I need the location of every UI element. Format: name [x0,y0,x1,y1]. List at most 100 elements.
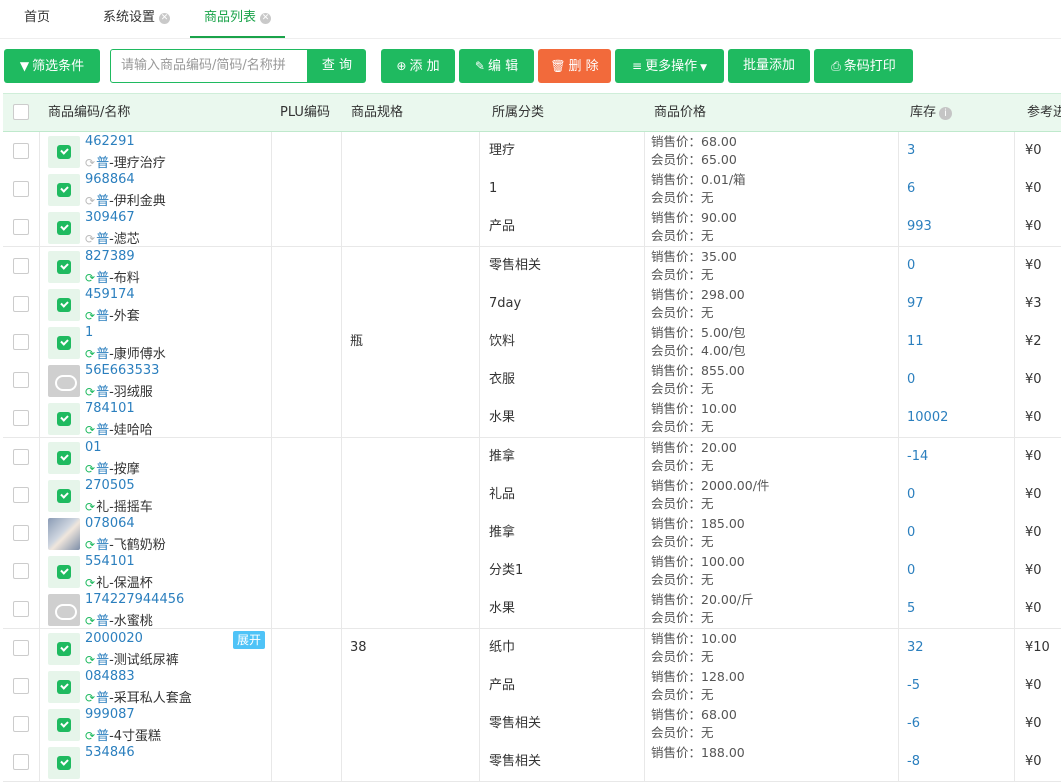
product-stock[interactable]: -14 [907,438,928,476]
table-row[interactable]: 1 ⟳普-康师傅水 瓶 饮料 销售价：5.00/包 会员价：4.00/包 11 ¥2 [3,323,1061,362]
table-row[interactable]: 309467 ⟳普-滤芯 产品 销售价：90.00 会员价：无 993 ¥0 [3,208,1061,248]
product-code[interactable]: 2000020 [85,631,143,646]
product-stock[interactable]: 0 [907,552,915,590]
product-code[interactable]: 459174 [85,287,135,302]
row-checkbox[interactable] [13,601,29,618]
product-thumbnail [48,136,80,168]
table-row[interactable]: 968864 ⟳普-伊利金典 1 销售价：0.01/箱 会员价：无 6 ¥0 [3,170,1061,210]
product-stock[interactable]: 0 [907,476,915,514]
product-stock[interactable]: -8 [907,743,920,781]
row-checkbox[interactable] [13,257,29,274]
product-stock[interactable]: 11 [907,323,924,361]
product-code[interactable]: 1 [85,325,93,340]
row-checkbox[interactable] [13,295,29,312]
more-actions-button[interactable]: ≡ 更多操作 ▼ [615,49,724,83]
header-plu[interactable]: PLU编码 [280,94,330,131]
row-checkbox[interactable] [13,181,29,198]
add-button[interactable]: ⊕ 添 加 [381,49,455,83]
product-code[interactable]: 784101 [85,401,135,416]
row-checkbox[interactable] [13,372,29,389]
filter-button[interactable]: ▼ 筛选条件 [4,49,100,83]
row-checkbox[interactable] [13,639,29,656]
search-input[interactable] [111,50,307,80]
product-code[interactable]: 01 [85,440,102,455]
product-stock[interactable]: 0 [907,247,915,285]
product-stock[interactable]: 5 [907,590,915,628]
row-checkbox[interactable] [13,448,29,465]
row-checkbox[interactable] [13,716,29,732]
row-checkbox[interactable] [13,143,29,159]
header-price[interactable]: 商品价格 [654,94,706,131]
table-row[interactable]: 2000020 ⟳普-测试纸尿裤 展开 38 纸巾 销售价：10.00 会员价：无 32 ¥10 [3,628,1061,668]
product-ref-price: ¥10 [1025,639,1050,655]
product-stock[interactable]: -5 [907,667,920,705]
row-checkbox[interactable] [13,410,29,427]
product-ref-price: ¥0 [1025,486,1042,502]
table-row[interactable]: 459174 ⟳普-外套 7day 销售价：298.00 会员价：无 97 ¥3 [3,284,1061,324]
product-code[interactable]: 309467 [85,210,135,225]
row-checkbox[interactable] [13,334,29,350]
product-code[interactable]: 56E663533 [85,363,159,378]
product-code[interactable]: 270505 [85,478,135,493]
tab-product-list[interactable]: 商品列表 ✕ [190,0,286,38]
close-icon[interactable]: ✕ [159,13,171,24]
header-stock[interactable]: 库存 i [910,94,953,131]
table-row[interactable]: 534846 零售相关 销售价：188.00 -8 ¥0 [3,743,1061,782]
header-ref[interactable]: 参考进 [1027,94,1061,131]
table-row[interactable]: 078064 ⟳普-飞鹤奶粉 推拿 销售价：185.00 会员价：无 0 ¥0 [3,514,1061,553]
batch-add-button[interactable]: 批量添加 [728,49,810,83]
table-row[interactable]: 827389 ⟳普-布料 零售相关 销售价：35.00 会员价：无 0 ¥0 [3,246,1061,286]
product-stock[interactable]: 3 [907,132,915,170]
delete-button[interactable]: 🗑 删 除 [538,49,611,83]
product-code[interactable]: 999087 [85,707,135,722]
product-code[interactable]: 968864 [85,172,135,187]
barcode-print-button[interactable]: ⎙ 条码打印 [814,49,913,83]
row-checkbox[interactable] [13,525,29,541]
product-stock[interactable]: 10002 [907,399,948,437]
product-stock[interactable]: 6 [907,170,915,208]
table-row[interactable]: 999087 ⟳普-4寸蛋糕 零售相关 销售价：68.00 会员价：无 -6 ¥0 [3,705,1061,744]
product-code[interactable]: 554101 [85,554,135,569]
table-row[interactable]: 174227944456 ⟳普-水蜜桃 水果 销售价：20.00/斤 会员价：无 5 ¥0 [3,590,1061,630]
header-spec[interactable]: 商品规格 [351,94,403,131]
row-checkbox[interactable] [13,754,29,771]
row-checkbox[interactable] [13,563,29,580]
table-row[interactable]: 462291 ⟳普-理疗治疗 理疗 销售价：68.00 会员价：65.00 3 ¥0 [3,132,1061,171]
product-stock[interactable]: 97 [907,285,924,323]
member-price-value: 无 [701,419,714,435]
header-category[interactable]: 所属分类 [492,94,544,131]
product-code[interactable]: 084883 [85,669,135,684]
column-divider [479,552,480,591]
row-checkbox[interactable] [13,219,29,236]
table-row[interactable]: 270505 ⟳礼-摇摇车 礼品 销售价：2000.00/件 会员价：无 0 ¥0 [3,475,1061,515]
close-icon[interactable]: ✕ [260,13,272,24]
product-code[interactable]: 827389 [85,249,135,264]
info-icon[interactable]: i [939,107,953,120]
table-row[interactable]: 01 ⟳普-按摩 推拿 销售价：20.00 会员价：无 -14 ¥0 [3,437,1061,477]
member-price: 会员价：无 [651,686,745,704]
header-code-name[interactable]: 商品编码/名称 [48,94,130,131]
product-stock[interactable]: 0 [907,514,915,552]
sync-icon: ⟳ [85,729,96,743]
tab-system-settings[interactable]: 系统设置 ✕ [103,0,171,36]
product-code[interactable]: 174227944456 [85,592,184,607]
product-stock[interactable]: -6 [907,705,920,743]
table-row[interactable]: 56E663533 ⟳普-羽绒服 衣服 销售价：855.00 会员价：无 0 ¥0 [3,361,1061,401]
row-checkbox[interactable] [13,486,29,503]
table-row[interactable]: 784101 ⟳普-娃哈哈 水果 销售价：10.00 会员价：无 10002 ¥0 [3,399,1061,439]
row-checkbox[interactable] [13,677,29,694]
edit-button[interactable]: ✎ 编 辑 [459,49,534,83]
product-code[interactable]: 534846 [85,745,135,760]
product-stock[interactable]: 993 [907,208,932,246]
select-all-checkbox[interactable] [13,104,29,120]
column-divider [341,552,342,591]
table-row[interactable]: 554101 ⟳礼-保温杯 分类1 销售价：100.00 会员价：无 0 ¥0 [3,552,1061,592]
expand-button[interactable]: 展开 [233,630,266,649]
product-stock[interactable]: 32 [907,629,924,667]
product-stock[interactable]: 0 [907,361,915,399]
table-row[interactable]: 084883 ⟳普-采耳私人套盒 产品 销售价：128.00 会员价：无 -5 ¥0 [3,666,1061,706]
product-code[interactable]: 078064 [85,516,135,531]
query-button[interactable]: 查 询 [308,49,366,83]
tab-home[interactable]: 首页 [24,0,50,36]
product-code[interactable]: 462291 [85,134,135,149]
